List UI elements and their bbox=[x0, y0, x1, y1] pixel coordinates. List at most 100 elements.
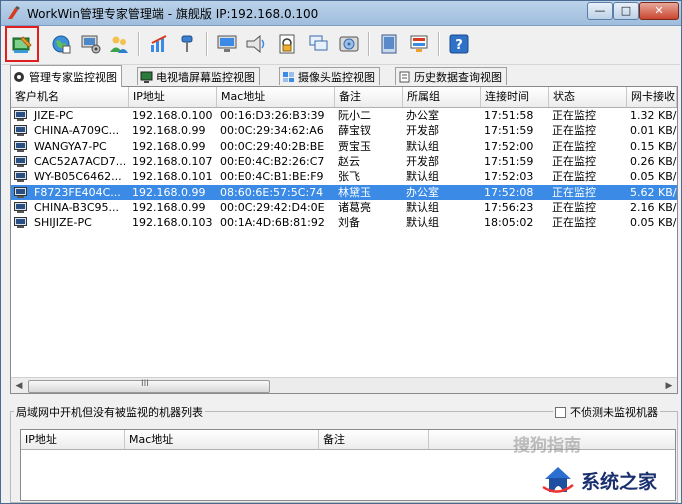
windows-button[interactable] bbox=[306, 30, 332, 58]
computer-settings-icon bbox=[81, 35, 101, 54]
disk-button[interactable] bbox=[336, 30, 362, 58]
no-detect-checkbox[interactable] bbox=[555, 406, 566, 418]
lock-doc-icon bbox=[279, 34, 295, 54]
device-icon bbox=[381, 34, 397, 54]
cell-note: 林黛玉 bbox=[338, 185, 371, 199]
edit-chart-button[interactable] bbox=[146, 30, 172, 58]
close-button[interactable]: ✕ bbox=[639, 2, 679, 20]
cell-client-name: CHINA-B3C95... bbox=[34, 200, 119, 214]
unmonitored-group-title: 局域网中开机但没有被监视的机器列表 bbox=[14, 404, 205, 420]
column-header[interactable]: Mac地址 bbox=[125, 430, 319, 449]
cell-mac-address: 08:60:6E:57:5C:74 bbox=[220, 185, 324, 199]
no-detect-label: 不侦测未监视机器 bbox=[570, 406, 658, 419]
cell-connect-time: 17:51:58 bbox=[484, 109, 534, 122]
tab-manager-view[interactable]: 管理专家监控视图 bbox=[10, 65, 122, 87]
cell-status: 正在监控 bbox=[552, 185, 596, 199]
maximize-button[interactable]: □ bbox=[613, 2, 639, 20]
cell-mac-address: 00:E0:4C:B2:26:C7 bbox=[220, 154, 325, 168]
scroll-right-arrow-icon[interactable]: ▶ bbox=[661, 378, 677, 393]
table-row[interactable]: CHINA-A709C... 192.168.0.99 00:0C:29:34:62… bbox=[11, 123, 677, 138]
table-row[interactable]: WANGYA7-PC 192.168.0.99 00:0C:29:40:2B:BE 贾… bbox=[11, 139, 677, 154]
broadcast-button[interactable] bbox=[242, 30, 268, 58]
computer-settings-button[interactable] bbox=[78, 30, 104, 58]
scroll-thumb[interactable]: III bbox=[28, 379, 270, 393]
cell-nic-receive: 2.16 KB/ bbox=[630, 200, 677, 214]
users-icon bbox=[110, 36, 128, 53]
column-header[interactable]: IP地址 bbox=[21, 430, 125, 449]
cell-nic-receive: 0.01 KB/ bbox=[630, 124, 677, 138]
monitor-pen-icon bbox=[12, 36, 32, 53]
table-row[interactable]: CAC52A7ACD7... 192.168.0.107 00:E0:4C:B2:2… bbox=[11, 154, 677, 169]
table-row[interactable]: F8723FE404C... 192.168.0.99 08:60:6E:57:5C… bbox=[11, 184, 677, 200]
windows-icon bbox=[309, 35, 328, 51]
column-header[interactable]: 备注 bbox=[335, 87, 403, 107]
camera-icon bbox=[283, 71, 294, 82]
column-header[interactable]: 网卡接收 bbox=[627, 87, 677, 107]
app-icon bbox=[8, 6, 20, 19]
broadcast-icon bbox=[246, 34, 265, 54]
pin-button[interactable] bbox=[174, 30, 200, 58]
scroll-left-arrow-icon[interactable]: ◀ bbox=[11, 378, 27, 393]
tab-camera-view[interactable]: 摄像头监控视图 bbox=[279, 67, 380, 85]
help-button[interactable]: ? bbox=[446, 30, 472, 58]
cell-note: 刘备 bbox=[338, 216, 360, 230]
tab-label: 管理专家监控视图 bbox=[29, 70, 117, 84]
lock-doc-button[interactable] bbox=[274, 30, 300, 58]
house-logo-icon bbox=[542, 467, 574, 493]
table-row[interactable]: CHINA-B3C95... 192.168.0.99 00:0C:29:42:D4… bbox=[11, 200, 677, 215]
computer-icon bbox=[14, 217, 27, 229]
horizontal-scrollbar[interactable]: ◀ III ▶ bbox=[11, 377, 677, 393]
tab-tv-wall-view[interactable]: 电视墙屏幕监控视图 bbox=[137, 67, 260, 85]
cell-client-name: F8723FE404C... bbox=[34, 185, 121, 199]
manager-view-icon bbox=[14, 71, 24, 82]
column-header[interactable]: IP地址 bbox=[129, 87, 217, 107]
help-icon: ? bbox=[449, 34, 469, 54]
disk-icon bbox=[339, 36, 359, 52]
tab-label: 摄像头监控视图 bbox=[298, 70, 375, 84]
column-header[interactable]: 备注 bbox=[319, 430, 429, 449]
cell-mac-address: 00:0C:29:42:D4:0E bbox=[220, 200, 325, 214]
title-bar[interactable]: WorkWin管理专家管理端 - 旗舰版 IP:192.168.0.100 — … bbox=[1, 1, 681, 26]
report-icon bbox=[410, 35, 428, 52]
cell-note: 张飞 bbox=[338, 170, 360, 184]
cell-client-name: CAC52A7ACD7... bbox=[34, 154, 127, 168]
edit-chart-icon bbox=[151, 35, 167, 52]
column-header[interactable]: 客户机名 bbox=[11, 87, 129, 107]
cell-connect-time: 17:52:03 bbox=[484, 170, 534, 184]
minimize-button[interactable]: — bbox=[587, 2, 613, 20]
history-doc-icon bbox=[399, 71, 410, 82]
cell-status: 正在监控 bbox=[552, 124, 596, 138]
cell-note: 阮小二 bbox=[338, 109, 371, 122]
grid-header: 客户机名 IP地址 Mac地址 备注 所属组 连接时间 状态 网卡接收 bbox=[11, 87, 677, 108]
cell-mac-address: 00:1A:4D:6B:81:92 bbox=[220, 216, 325, 230]
column-header[interactable]: Mac地址 bbox=[217, 87, 335, 107]
cell-status: 正在监控 bbox=[552, 109, 596, 122]
toolbar-separator bbox=[206, 32, 208, 56]
pin-icon bbox=[181, 35, 193, 52]
computer-icon bbox=[14, 110, 27, 121]
cell-connect-time: 17:52:00 bbox=[484, 139, 534, 153]
screen-button[interactable] bbox=[214, 30, 240, 58]
computer-icon bbox=[14, 171, 27, 183]
cell-ip-address: 192.168.0.99 bbox=[132, 124, 206, 138]
cell-ip-address: 192.168.0.99 bbox=[132, 139, 206, 153]
table-row[interactable]: WY-B05C6462... 192.168.0.101 00:E0:4C:B1:B… bbox=[11, 169, 677, 184]
table-row[interactable]: SHIJIZE-PC 192.168.0.103 00:1A:4D:6B:81:92… bbox=[11, 215, 677, 230]
column-header[interactable]: 所属组 bbox=[403, 87, 481, 107]
monitor-manager-button[interactable] bbox=[5, 26, 39, 62]
column-header[interactable]: 状态 bbox=[549, 87, 627, 107]
tab-label: 电视墙屏幕监控视图 bbox=[156, 70, 255, 84]
tv-wall-icon bbox=[140, 71, 153, 83]
table-row[interactable]: JIZE-PC 192.168.0.100 00:16:D3:26:B3:39 阮小二… bbox=[11, 108, 677, 123]
column-header[interactable]: 连接时间 bbox=[481, 87, 549, 107]
users-button[interactable] bbox=[106, 30, 132, 58]
tab-history-view[interactable]: 历史数据查询视图 bbox=[395, 67, 507, 85]
device-button[interactable] bbox=[376, 30, 402, 58]
cell-status: 正在监控 bbox=[552, 200, 596, 214]
cell-mac-address: 00:16:D3:26:B3:39 bbox=[220, 109, 325, 122]
report-button[interactable] bbox=[406, 30, 432, 58]
no-detect-option[interactable]: 不侦测未监视机器 bbox=[553, 404, 660, 420]
network-button[interactable] bbox=[48, 30, 74, 58]
computer-icon bbox=[14, 155, 27, 167]
monitor-grid: 客户机名 IP地址 Mac地址 备注 所属组 连接时间 状态 网卡接收 JIZE… bbox=[10, 86, 678, 394]
